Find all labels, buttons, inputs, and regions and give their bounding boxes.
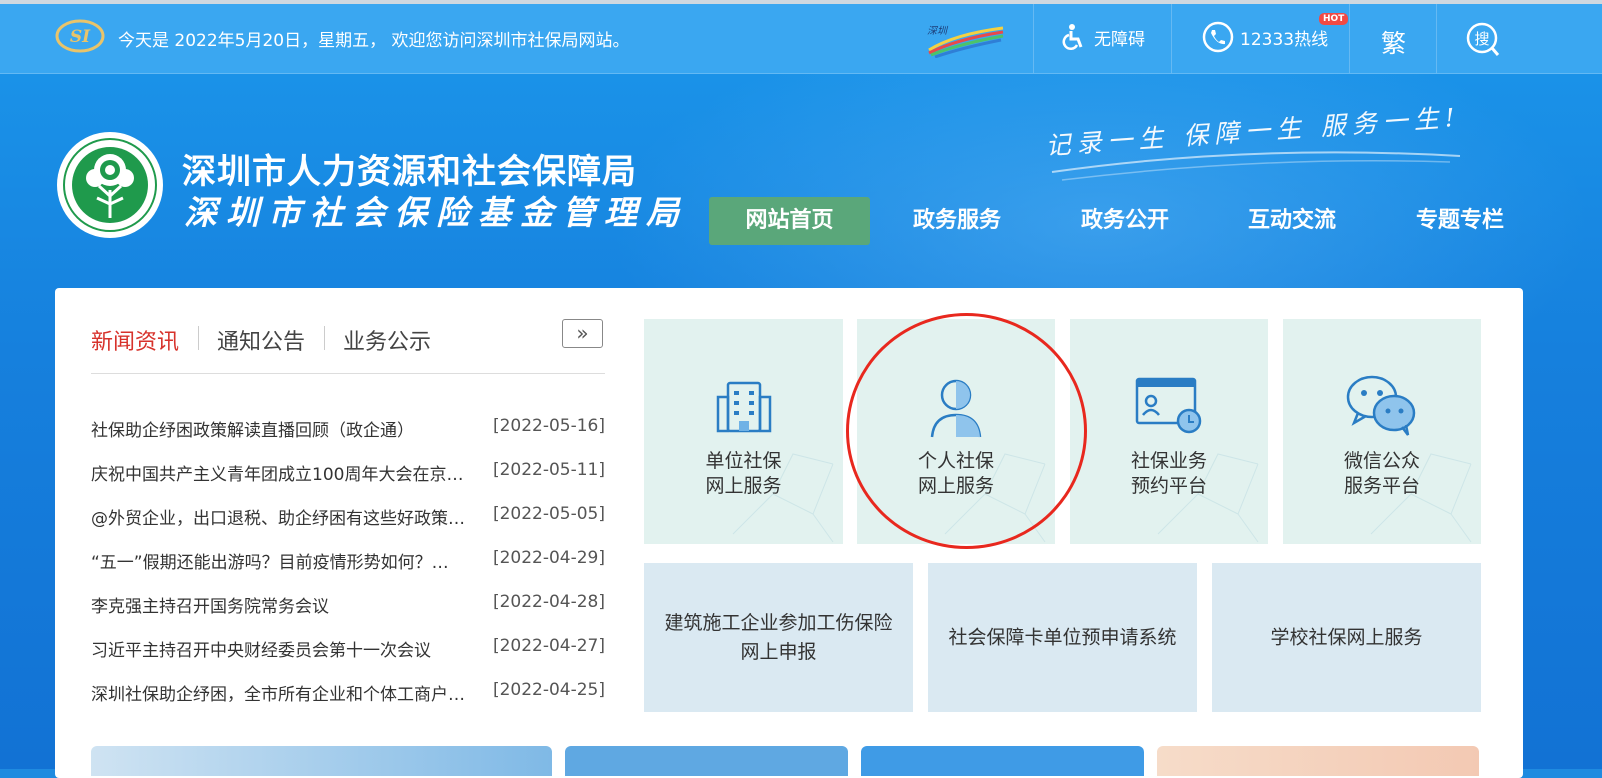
wechat-icon [1346, 375, 1416, 436]
news-title[interactable]: 社保助企纾困政策解读直播回顾（政企通） [91, 416, 469, 441]
tile-label: 微信公众 [1343, 450, 1420, 472]
news-title[interactable]: @外贸企业，出口退税、助企纾困有这些好政策… [91, 504, 469, 529]
accessibility-label: 无障碍 [1094, 29, 1145, 50]
news-date: [2022-05-16] [492, 416, 605, 436]
tile-label: 单位社保 [705, 450, 782, 472]
search-icon[interactable]: 搜 [1466, 22, 1500, 58]
nav-special-topics[interactable]: 专题专栏 [1403, 197, 1517, 245]
svg-text:SI: SI [70, 27, 91, 47]
service-tile-school[interactable]: 学校社保网上服务 [1212, 563, 1481, 712]
nav-interaction[interactable]: 互动交流 [1235, 197, 1349, 245]
shenzhen-logo: 深圳 [927, 25, 1004, 58]
tile-label: 服务平台 [1343, 475, 1420, 497]
topbar-divider [1436, 4, 1437, 74]
news-date: [2022-05-05] [492, 504, 605, 524]
tab-divider [198, 326, 199, 350]
banner-thumbnail[interactable] [861, 746, 1144, 776]
accessibility-button[interactable]: 无障碍 [1062, 22, 1145, 52]
tile-label: 预约平台 [1130, 475, 1207, 497]
news-title[interactable]: 庆祝中国共产主义青年团成立100周年大会在京… [91, 460, 469, 485]
person-icon [930, 379, 982, 438]
tile-label: 个人社保 [917, 450, 994, 472]
news-date: [2022-04-25] [492, 680, 605, 700]
news-date: [2022-04-28] [492, 592, 605, 612]
slogan-swoosh-decoration [1051, 151, 1461, 181]
nav-home[interactable]: 网站首页 [709, 197, 870, 245]
org-name-secondary: 深圳市社会保险基金管理局 [184, 193, 688, 232]
tab-business-public[interactable]: 业务公示 [343, 324, 431, 356]
nav-government-services[interactable]: 政务服务 [900, 197, 1014, 245]
date-welcome-text: 今天是 2022年5月20日，星期五， 欢迎您访问深圳市社保局网站。 [118, 31, 630, 51]
service-tile-construction-injury[interactable]: 建筑施工企业参加工伤保险网上申报 [644, 563, 913, 712]
news-list-item[interactable]: “五一”假期还能出游吗？目前疫情形势如何？… [2022-04-29] [91, 548, 605, 574]
svg-text:搜: 搜 [1474, 30, 1489, 48]
news-date: [2022-05-11] [492, 460, 605, 480]
service-tile-personal[interactable]: 个人社保 网上服务 [857, 319, 1055, 544]
news-list-item[interactable]: 庆祝中国共产主义青年团成立100周年大会在京… [2022-05-11] [91, 460, 605, 486]
tab-notices[interactable]: 通知公告 [217, 324, 305, 356]
tile-label: 网上服务 [917, 475, 994, 497]
hot-badge: HOT [1319, 13, 1349, 25]
news-list-item[interactable]: 习近平主持召开中央财经委员会第十一次会议 [2022-04-27] [91, 636, 605, 662]
wheelchair-icon [1062, 24, 1083, 50]
news-list-item[interactable]: 深圳社保助企纾困，全市所有企业和个体工商户… [2022-04-25] [91, 680, 605, 706]
tile-label: 建筑施工企业参加工伤保险网上申报 [664, 611, 893, 663]
tab-news[interactable]: 新闻资讯 [91, 324, 179, 356]
banner-thumbnail[interactable] [1157, 746, 1479, 776]
nav-government-affairs-public[interactable]: 政务公开 [1068, 197, 1182, 245]
service-tile-employer[interactable]: 单位社保 网上服务 [644, 319, 843, 544]
appointment-icon [1135, 377, 1202, 434]
bureau-emblem-logo [57, 132, 163, 238]
topbar-divider [1033, 4, 1034, 74]
traditional-chinese-toggle[interactable]: 繁 [1381, 24, 1406, 60]
banner-thumbnail[interactable] [565, 746, 848, 776]
tile-label: 社会保障卡单位预申请系统 [948, 626, 1177, 648]
hotline-label: 12333热线 [1240, 29, 1329, 50]
social-insurance-logo: SI [55, 19, 105, 53]
tab-divider [324, 326, 325, 350]
news-date: [2022-04-27] [492, 636, 605, 656]
news-date: [2022-04-29] [492, 548, 605, 568]
hotline-button[interactable]: 12333热线 [1202, 21, 1329, 53]
topbar-divider [1349, 4, 1350, 74]
tile-label: 学校社保网上服务 [1270, 626, 1423, 648]
news-list-item[interactable]: @外贸企业，出口退税、助企纾困有这些好政策… [2022-05-05] [91, 504, 605, 530]
service-tile-wechat[interactable]: 微信公众 服务平台 [1283, 319, 1481, 544]
service-tile-social-card[interactable]: 社会保障卡单位预申请系统 [928, 563, 1197, 712]
news-title[interactable]: 深圳社保助企纾困，全市所有企业和个体工商户… [91, 680, 469, 705]
service-tile-appointment[interactable]: 社保业务 预约平台 [1070, 319, 1268, 544]
news-title[interactable]: “五一”假期还能出游吗？目前疫情形势如何？… [91, 548, 469, 573]
phone-icon [1202, 21, 1234, 53]
more-news-button[interactable]: » [562, 319, 603, 348]
tile-label: 社保业务 [1130, 450, 1207, 472]
news-list-item[interactable]: 社保助企纾困政策解读直播回顾（政企通） [2022-05-16] [91, 416, 605, 442]
banner-thumbnail[interactable] [91, 746, 552, 776]
news-divider [91, 373, 605, 374]
building-icon [716, 381, 771, 433]
news-title[interactable]: 习近平主持召开中央财经委员会第十一次会议 [91, 636, 469, 661]
svg-text:深圳: 深圳 [927, 25, 949, 37]
news-title[interactable]: 李克强主持召开国务院常务会议 [91, 592, 469, 617]
tile-label: 网上服务 [705, 475, 782, 497]
news-list-item[interactable]: 李克强主持召开国务院常务会议 [2022-04-28] [91, 592, 605, 618]
topbar-divider [1171, 4, 1172, 74]
